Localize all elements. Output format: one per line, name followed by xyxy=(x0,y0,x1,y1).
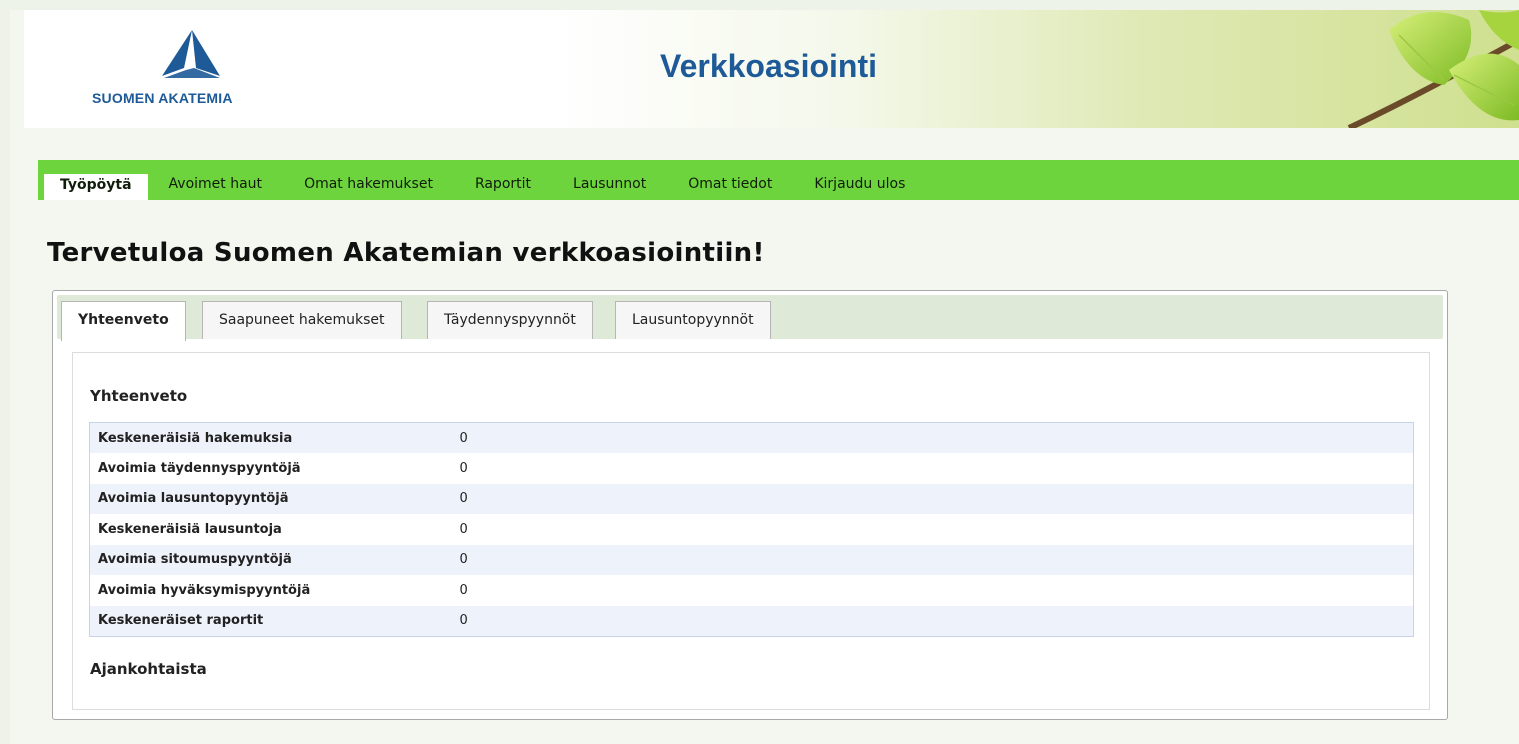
row-value: 0 xyxy=(451,544,1414,575)
page-title: Tervetuloa Suomen Akatemian verkkoasioin… xyxy=(47,238,765,268)
news-title: Ajankohtaista xyxy=(90,660,207,678)
tab-yhteenveto[interactable]: Yhteenveto xyxy=(61,301,186,341)
row-label: Avoimia lausuntopyyntöjä xyxy=(89,483,452,514)
nav-item-avoimet-haut[interactable]: Avoimet haut xyxy=(148,174,284,200)
tab-saapuneet-hakemukset[interactable]: Saapuneet hakemukset xyxy=(202,301,402,339)
row-label: Avoimia täydennyspyyntöjä xyxy=(89,453,452,484)
nav-item-tyopoyta[interactable]: Työpöytä xyxy=(44,174,148,200)
row-label: Keskeneräiset raportit xyxy=(89,605,452,636)
row-value: 0 xyxy=(451,514,1414,545)
row-label: Keskeneräisiä hakemuksia xyxy=(89,422,452,453)
nav-item-omat-hakemukset[interactable]: Omat hakemukset xyxy=(283,174,454,200)
row-value: 0 xyxy=(451,575,1414,606)
suomen-akatemia-logo[interactable]: SUOMEN AKATEMIA xyxy=(92,30,292,110)
tab-content: Yhteenveto Keskeneräisiä hakemuksia 0 Av… xyxy=(72,352,1430,710)
logo-triangle-icon xyxy=(162,30,220,78)
row-value: 0 xyxy=(451,422,1414,453)
summary-title: Yhteenveto xyxy=(90,387,188,405)
summary-table: Keskeneräisiä hakemuksia 0 Avoimia täyde… xyxy=(89,422,1414,637)
page-frame: SUOMEN AKATEMIA Verkkoasiointi Työpöytä … xyxy=(10,10,1519,744)
main-nav: Työpöytä Avoimet haut Omat hakemukset Ra… xyxy=(38,160,1519,200)
table-row: Avoimia hyväksymispyyntöjä 0 xyxy=(89,575,1414,606)
tab-panel: Yhteenveto Saapuneet hakemukset Täydenny… xyxy=(52,290,1448,720)
table-row: Keskeneräiset raportit 0 xyxy=(89,605,1414,636)
row-value: 0 xyxy=(451,453,1414,484)
site-header: SUOMEN AKATEMIA Verkkoasiointi xyxy=(24,10,1519,128)
leaf-decoration-icon xyxy=(1347,10,1519,128)
tab-lausuntopyynnot[interactable]: Lausuntopyynnöt xyxy=(615,301,771,339)
nav-item-kirjaudu-ulos[interactable]: Kirjaudu ulos xyxy=(793,174,926,200)
row-label: Avoimia hyväksymispyyntöjä xyxy=(89,575,452,606)
site-title: Verkkoasiointi xyxy=(660,48,877,84)
nav-item-lausunnot[interactable]: Lausunnot xyxy=(552,174,667,200)
row-value: 0 xyxy=(451,483,1414,514)
nav-item-raportit[interactable]: Raportit xyxy=(454,174,552,200)
table-row: Keskeneräisiä lausuntoja 0 xyxy=(89,514,1414,545)
row-label: Keskeneräisiä lausuntoja xyxy=(89,514,452,545)
logo-text: SUOMEN AKATEMIA xyxy=(92,90,233,106)
table-row: Keskeneräisiä hakemuksia 0 xyxy=(89,422,1414,453)
tab-taydennyspyynnot[interactable]: Täydennyspyynnöt xyxy=(427,301,593,339)
table-row: Avoimia lausuntopyyntöjä 0 xyxy=(89,483,1414,514)
table-row: Avoimia täydennyspyyntöjä 0 xyxy=(89,453,1414,484)
row-value: 0 xyxy=(451,605,1414,636)
nav-item-omat-tiedot[interactable]: Omat tiedot xyxy=(667,174,793,200)
table-row: Avoimia sitoumuspyyntöjä 0 xyxy=(89,544,1414,575)
row-label: Avoimia sitoumuspyyntöjä xyxy=(89,544,452,575)
tab-strip: Yhteenveto Saapuneet hakemukset Täydenny… xyxy=(57,295,1443,341)
